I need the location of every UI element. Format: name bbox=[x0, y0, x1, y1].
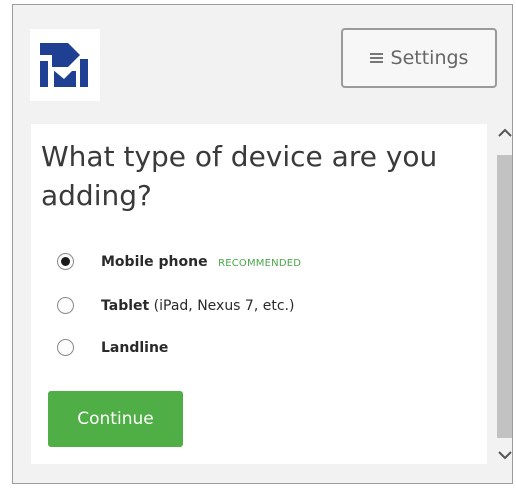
scrollbar-thumb[interactable] bbox=[497, 155, 512, 438]
settings-button[interactable]: Settings bbox=[341, 28, 497, 88]
option-sublabel: (iPad, Nexus 7, etc.) bbox=[153, 297, 295, 314]
question-heading: What type of device are you adding? bbox=[41, 140, 438, 212]
chevron-down-icon[interactable] bbox=[496, 446, 512, 464]
brand-logo-icon bbox=[30, 29, 100, 101]
app-frame: Settings What type of device are you add… bbox=[12, 4, 513, 484]
tablet-radio[interactable] bbox=[57, 297, 74, 314]
continue-button[interactable]: Continue bbox=[48, 391, 183, 447]
mobile-phone-radio[interactable] bbox=[57, 253, 74, 270]
option-label: Landline bbox=[101, 339, 169, 356]
landline-radio[interactable] bbox=[57, 339, 74, 356]
option-landline[interactable]: Landline bbox=[57, 339, 168, 356]
menu-icon bbox=[369, 53, 383, 63]
device-type-card: What type of device are you adding? Mobi… bbox=[31, 124, 487, 464]
option-tablet[interactable]: Tablet (iPad, Nexus 7, etc.) bbox=[57, 297, 294, 314]
chevron-up-icon[interactable] bbox=[496, 123, 512, 141]
option-mobile-phone[interactable]: Mobile phone RECOMMENDED bbox=[57, 253, 301, 270]
option-label: Mobile phone bbox=[101, 253, 208, 270]
settings-label: Settings bbox=[390, 47, 469, 69]
recommended-badge: RECOMMENDED bbox=[218, 257, 302, 269]
option-label: Tablet bbox=[101, 297, 150, 314]
